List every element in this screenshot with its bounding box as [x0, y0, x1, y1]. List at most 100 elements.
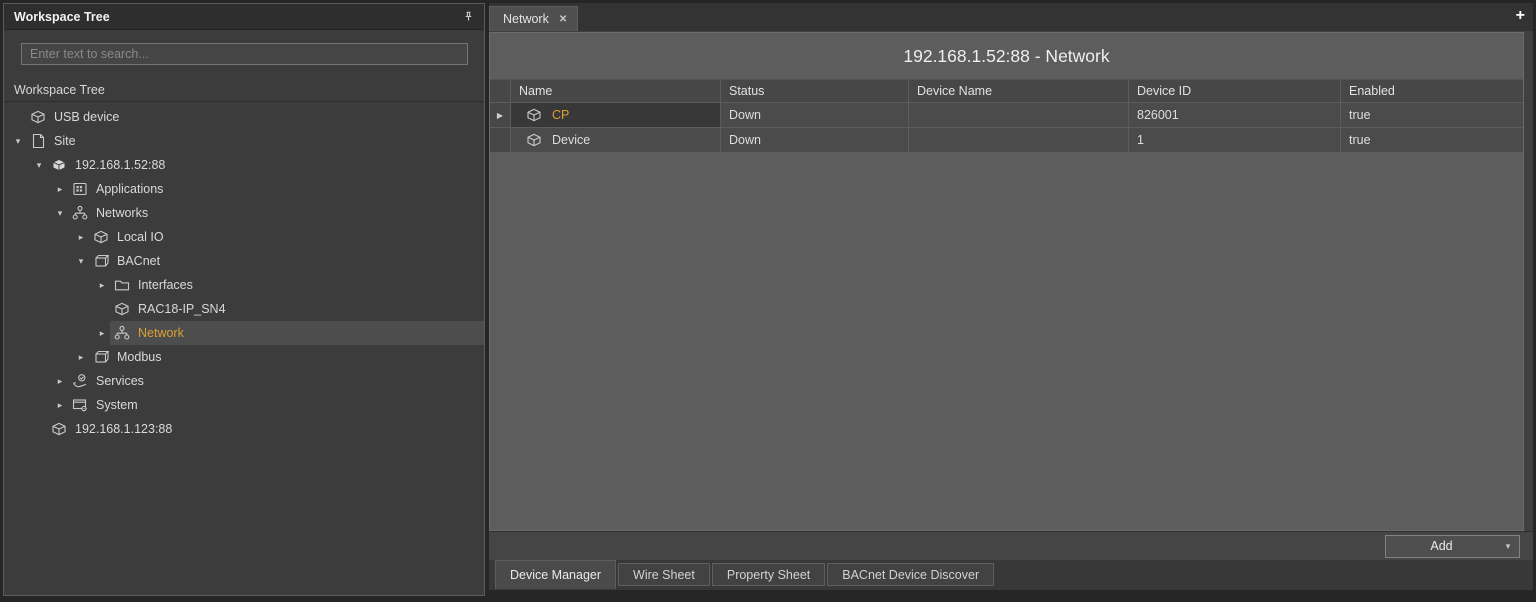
tree-item-content: BACnet	[89, 249, 484, 273]
device-table: NameStatusDevice NameDevice IDEnabled ▶ C…	[490, 80, 1523, 153]
name-cell-content: CP	[511, 103, 720, 127]
collapse-arrow-icon[interactable]: ▾	[31, 153, 47, 177]
tree-item-label: Site	[54, 134, 76, 148]
expand-arrow-icon[interactable]: ▸	[52, 177, 68, 201]
expand-arrow-icon[interactable]: ▸	[94, 273, 110, 297]
tree-item-label: 192.168.1.52:88	[75, 158, 165, 172]
network-view: 192.168.1.52:88 - Network NameStatusDevi…	[489, 32, 1524, 531]
cell-name: Device	[511, 128, 721, 153]
column-header-device-name[interactable]: Device Name	[909, 80, 1129, 103]
new-tab-button[interactable]: +	[1516, 7, 1525, 25]
name-cell-content: Device	[511, 128, 720, 152]
tree-item-label: RAC18-IP_SN4	[138, 302, 226, 316]
tree-item-label: Modbus	[117, 350, 161, 364]
tree-section-label: Workspace Tree	[4, 79, 484, 102]
expand-arrow-icon[interactable]: ▸	[52, 393, 68, 417]
tree-item-label: System	[96, 398, 138, 412]
expand-arrow-icon[interactable]: ▸	[52, 369, 68, 393]
main-panel: Network ✕ + 192.168.1.52:88 - Network Na…	[489, 3, 1533, 596]
tab-label: Network	[503, 12, 549, 26]
tree-item-network[interactable]: ▸ Network	[4, 321, 484, 345]
pin-icon[interactable]	[460, 9, 476, 25]
device-box-icon	[112, 301, 132, 317]
panel-title: Workspace Tree	[14, 10, 460, 24]
controller-icon	[49, 157, 69, 173]
tree-item-site[interactable]: ▾ Site	[4, 129, 484, 153]
column-header-status[interactable]: Status	[721, 80, 909, 103]
cell-device-id: 1	[1129, 128, 1341, 153]
column-header-name[interactable]: Name	[511, 80, 721, 103]
protocol-box-icon	[91, 253, 111, 269]
tree-item-content: Networks	[68, 201, 484, 225]
tree-item-content: Applications	[68, 177, 484, 201]
tree-item-services[interactable]: ▸ Services	[4, 369, 484, 393]
table-header-row: NameStatusDevice NameDevice IDEnabled	[490, 80, 1523, 103]
tree-item-content: USB device	[26, 105, 484, 129]
tree-item-networks[interactable]: ▾Networks	[4, 201, 484, 225]
tree-item-applications[interactable]: ▸ Applications	[4, 177, 484, 201]
workspace-tree-panel: Workspace Tree Workspace Tree USB device…	[3, 3, 485, 596]
tree-item-content: 192.168.1.123:88	[47, 417, 484, 441]
current-row-indicator: ▶	[490, 103, 511, 128]
cell-device-name	[909, 128, 1129, 153]
view-title: 192.168.1.52:88 - Network	[490, 33, 1523, 80]
view-tabstrip: Device ManagerWire SheetProperty SheetBA…	[489, 560, 1533, 590]
tab-network[interactable]: Network ✕	[489, 6, 578, 31]
workspace-tree-header: Workspace Tree	[4, 4, 484, 30]
tree-item-system[interactable]: ▸ System	[4, 393, 484, 417]
tree-item-label: Services	[96, 374, 144, 388]
tree-item-192-168-1-52-88[interactable]: ▾ 192.168.1.52:88	[4, 153, 484, 177]
expand-arrow-icon[interactable]: ▸	[73, 345, 89, 369]
view-tab-wire-sheet[interactable]: Wire Sheet	[618, 563, 710, 586]
row-arrow-icon: ▶	[497, 111, 503, 120]
view-tab-device-manager[interactable]: Device Manager	[495, 560, 616, 589]
tree-item-bacnet[interactable]: ▾BACnet	[4, 249, 484, 273]
tree-item-interfaces[interactable]: ▸Interfaces	[4, 273, 484, 297]
cell-enabled: true	[1341, 103, 1523, 128]
tree-item-modbus[interactable]: ▸ Modbus	[4, 345, 484, 369]
tree-item-content: Services	[68, 369, 484, 393]
device-box-icon	[524, 107, 544, 123]
device-name-label: CP	[552, 108, 569, 122]
applications-icon	[70, 181, 90, 197]
add-button[interactable]: Add ▾	[1385, 535, 1520, 558]
tree-item-content: 192.168.1.52:88	[47, 153, 484, 177]
tree-item-label: USB device	[54, 110, 119, 124]
tree-item-192-168-1-123-88[interactable]: 192.168.1.123:88	[4, 417, 484, 441]
device-name-label: Device	[552, 133, 590, 147]
tree-item-content: Modbus	[89, 345, 484, 369]
column-header-device-id[interactable]: Device ID	[1129, 80, 1341, 103]
tree-item-usb-device[interactable]: USB device	[4, 105, 484, 129]
tree-item-rac18-ip-sn4[interactable]: RAC18-IP_SN4	[4, 297, 484, 321]
tree-item-label: Applications	[96, 182, 163, 196]
expand-arrow-icon[interactable]: ▸	[94, 321, 110, 345]
close-icon[interactable]: ✕	[559, 14, 567, 25]
tree-item-label: 192.168.1.123:88	[75, 422, 172, 436]
cell-status: Down	[721, 128, 909, 153]
dropdown-arrow-icon: ▾	[1497, 541, 1519, 552]
device-box-icon	[91, 229, 111, 245]
search-area	[4, 30, 484, 75]
collapse-arrow-icon[interactable]: ▾	[73, 249, 89, 273]
column-header-enabled[interactable]: Enabled	[1341, 80, 1523, 103]
tree-item-content: Local IO	[89, 225, 484, 249]
table-body: ▶CPDown826001trueDeviceDown1true	[490, 103, 1523, 153]
network-icon	[70, 205, 90, 221]
folder-icon	[112, 277, 132, 293]
tree-item-content: System	[68, 393, 484, 417]
search-input[interactable]	[21, 43, 468, 65]
expand-arrow-icon[interactable]: ▸	[73, 225, 89, 249]
table-row-device[interactable]: DeviceDown1true	[490, 128, 1523, 153]
device-box-icon	[49, 421, 69, 437]
cell-device-id: 826001	[1129, 103, 1341, 128]
tree-item-content: Interfaces	[110, 273, 484, 297]
tree-item-local-io[interactable]: ▸Local IO	[4, 225, 484, 249]
network-icon	[112, 325, 132, 341]
tree-item-label: Network	[138, 326, 184, 340]
view-tab-property-sheet[interactable]: Property Sheet	[712, 563, 825, 586]
collapse-arrow-icon[interactable]: ▾	[10, 129, 26, 153]
document-tabstrip: Network ✕ +	[489, 3, 1533, 31]
collapse-arrow-icon[interactable]: ▾	[52, 201, 68, 225]
view-tab-bacnet-device-discover[interactable]: BACnet Device Discover	[827, 563, 994, 586]
table-row-cp[interactable]: ▶CPDown826001true	[490, 103, 1523, 128]
